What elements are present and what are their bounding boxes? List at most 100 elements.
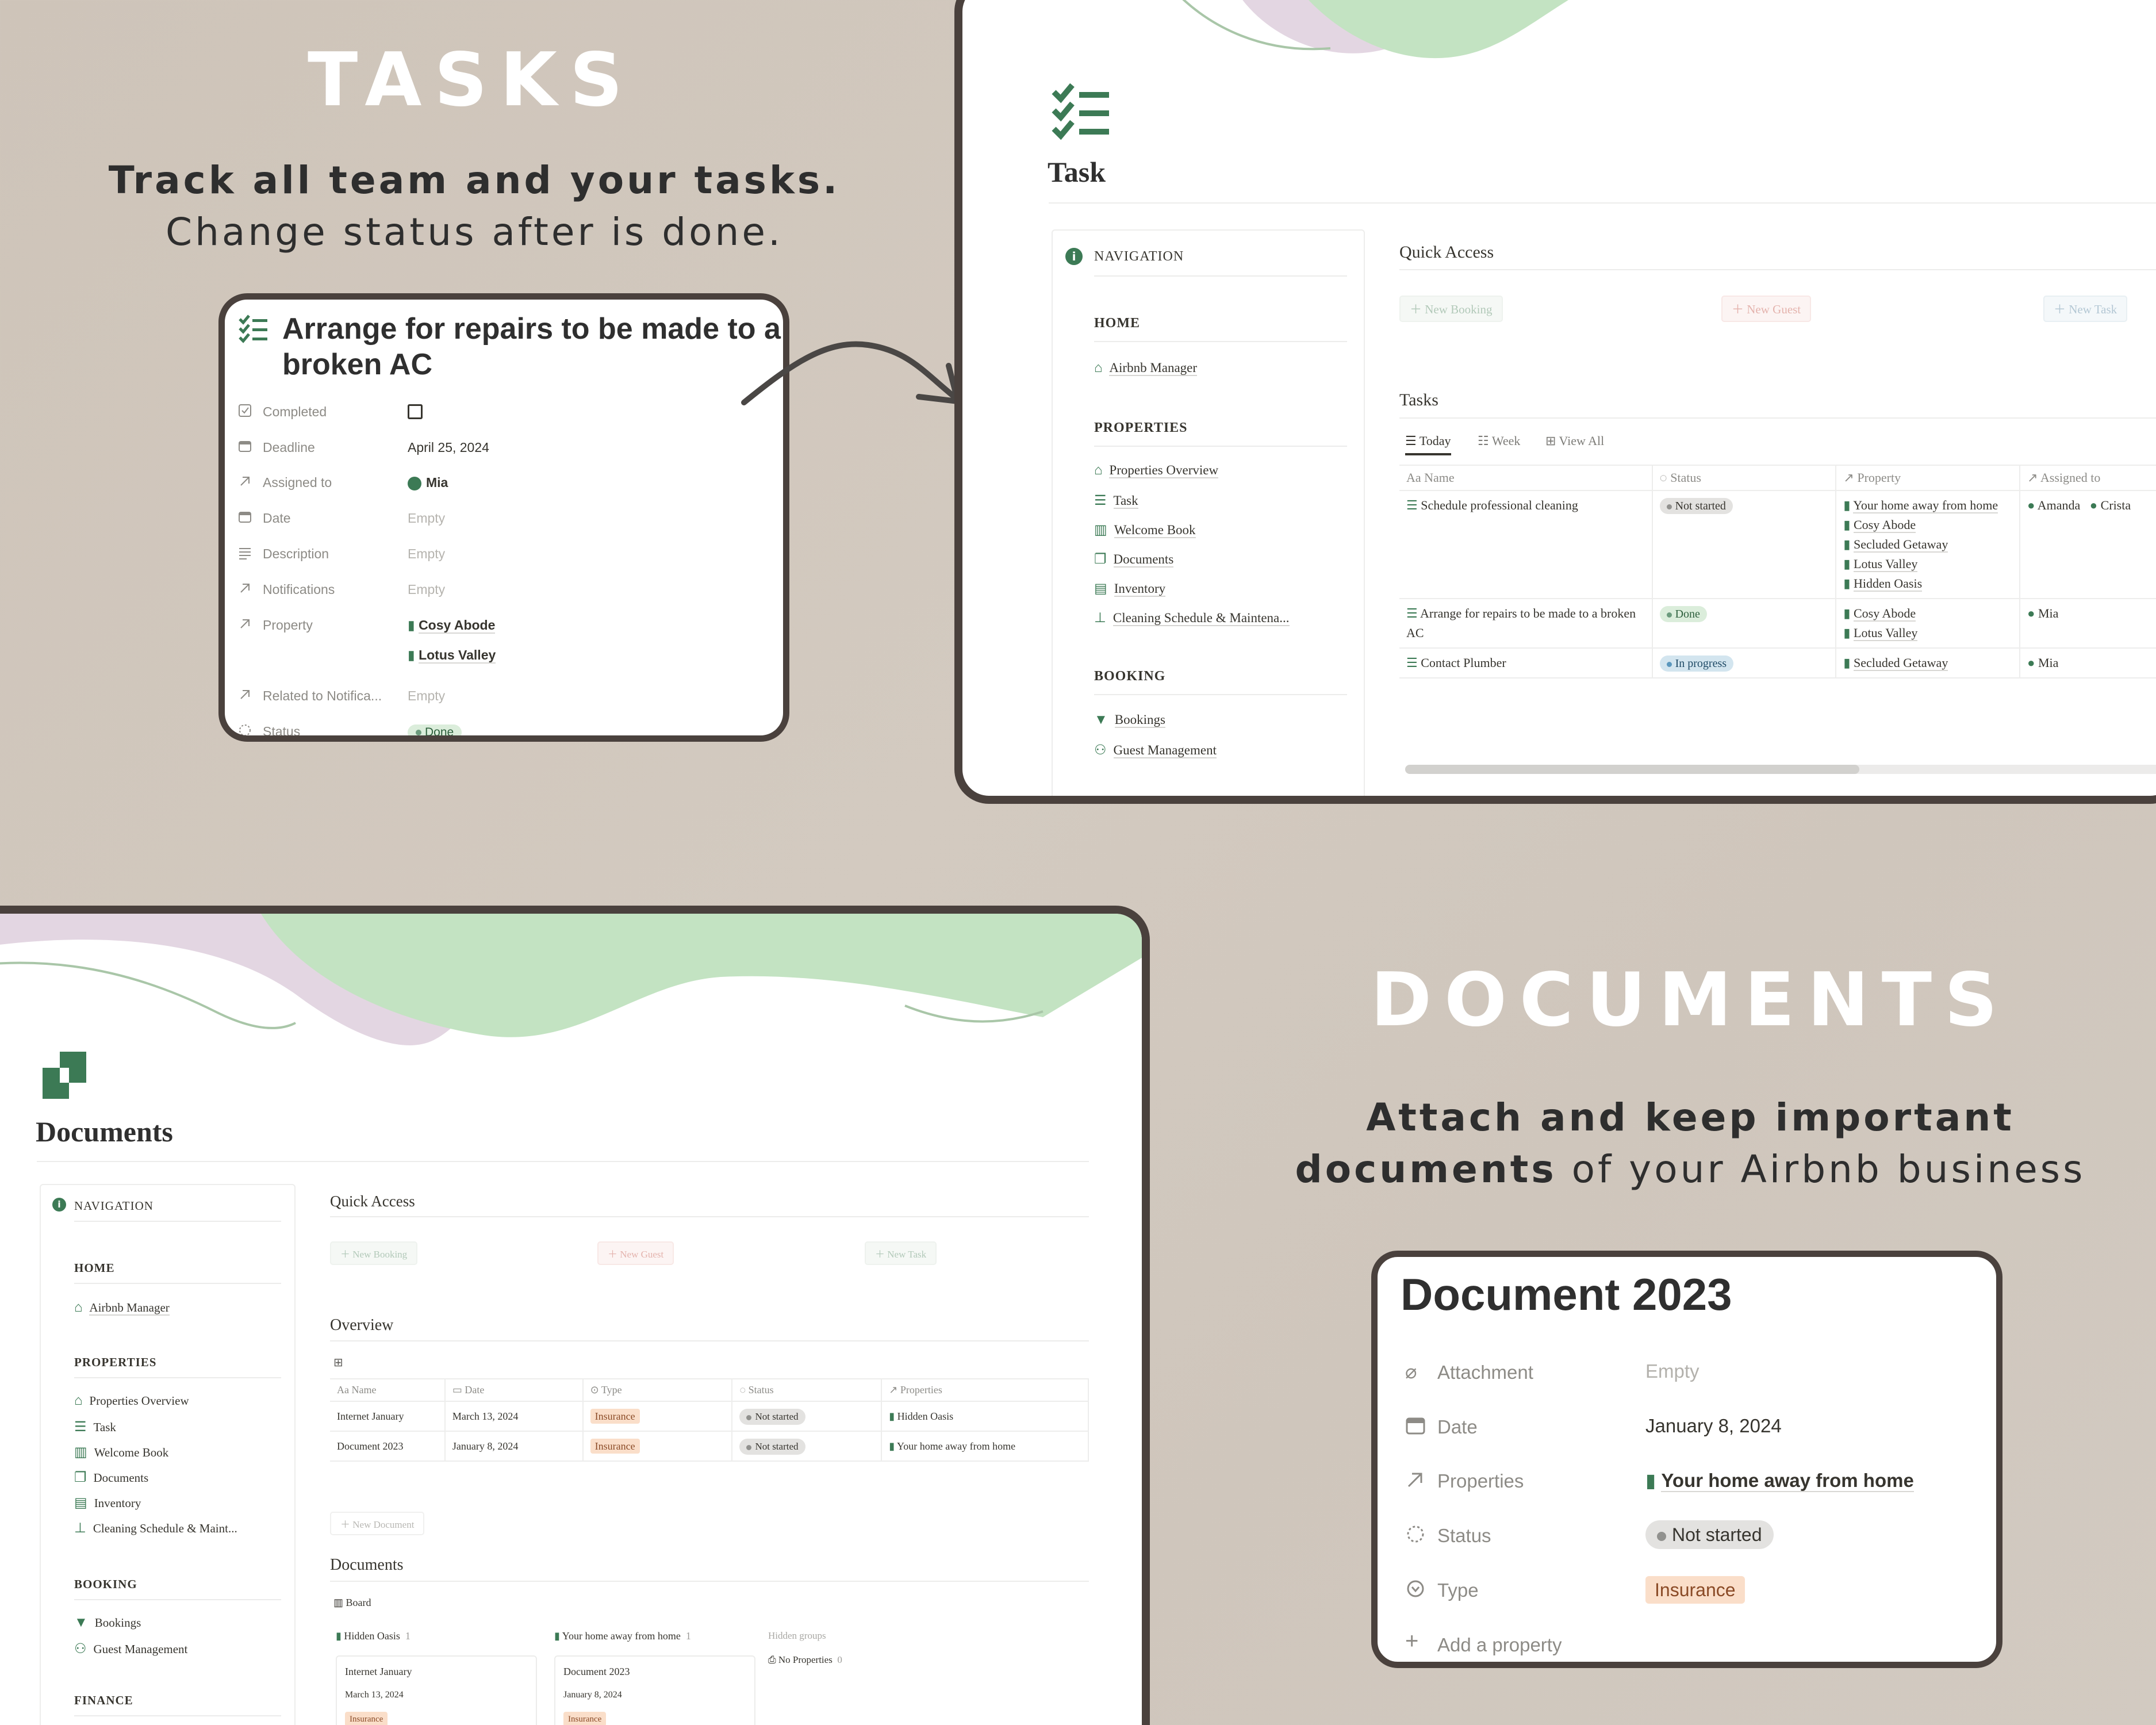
nav-item-welcome-book[interactable]: ▥ Welcome Book [1094,522,1196,538]
hidden-groups-label: Hidden groups [768,1630,826,1641]
documents-icon: ❐ [74,1470,87,1485]
nav-item-properties-overview[interactable]: ⌂ Properties Overview [74,1393,189,1409]
nav-item-guest-management[interactable]: ⚇ Guest Management [74,1640,187,1657]
table-row[interactable]: ☰ Contact Plumber In progress ▮ Secluded… [1399,647,2156,678]
arrow-up-right-icon [237,474,254,490]
divider [330,1581,1089,1582]
house-icon: ⌂ [1094,361,1103,375]
task-title[interactable]: Arrange for repairs to be made to a brok… [282,311,782,382]
board-card[interactable]: Document 2023 January 8, 2024 Insurance [554,1655,755,1725]
board-column-your-home: ▮ Your home away from home 1 [554,1630,691,1642]
hidden-group-no-properties[interactable]: ⎙ No Properties 0 [768,1654,842,1666]
task-list-icon: ☰ [1406,606,1418,620]
prop-completed: Completed [237,398,778,427]
overview-table: Aa Name ▭ Date ⊙ Type ◌ Status ↗ Propert… [330,1378,1089,1462]
nav-item-airbnb-manager[interactable]: ⌂ Airbnb Manager [74,1300,170,1316]
decorative-wave [0,914,1142,1045]
divider [1399,269,2156,270]
nav-item-guest-management[interactable]: ⚇ Guest Management [1094,742,1217,758]
status-badge: Done [1659,606,1707,622]
nav-section-booking: BOOKING [74,1577,137,1591]
tab-week[interactable]: ☷ Week [1478,434,1520,448]
nav-item-inventory[interactable]: ▤ Inventory [1094,580,1166,597]
table-row[interactable]: ☰ Schedule professional cleaning Not sta… [1399,490,2156,599]
tab-view-all[interactable]: ⊞ View All [1545,434,1604,448]
table-row[interactable]: Internet January March 13, 2024 Insuranc… [330,1401,1089,1432]
column-header-date[interactable]: ▭ Date [444,1378,584,1402]
info-icon: i [52,1198,66,1212]
arrow-up-right-icon [1405,1469,1428,1492]
nav-item-bookings[interactable]: ▼ Bookings [74,1615,141,1631]
column-header-property[interactable]: ↗ Property [1836,465,2021,491]
column-header-status[interactable]: ◌ Status [1652,465,1837,491]
column-header-assigned[interactable]: ↗ Assigned to [2020,465,2156,491]
table-row[interactable]: ☰ Arrange for repairs to be made to a br… [1399,598,2156,649]
status-badge: Not started [1659,498,1733,514]
inventory-icon: ▤ [74,1496,87,1511]
column-header-name[interactable]: Aa Name [1399,465,1653,491]
completed-checkbox[interactable] [408,404,423,423]
quick-access-title: Quick Access [1399,243,1494,262]
nav-item-cleaning-schedule[interactable]: ⊥ Cleaning Schedule & Maint... [74,1520,237,1536]
status-badge: Done [408,724,462,735]
task-list-icon [237,313,268,347]
prop-notifications: Notifications Empty [237,576,778,605]
nav-item-documents[interactable]: ❐ Documents [1094,551,1174,568]
nav-item-task[interactable]: ☰ Task [1094,492,1138,509]
column-header-name[interactable]: Aa Name [330,1378,446,1402]
column-header-type[interactable]: ⊙ Type [582,1378,733,1402]
book-icon: ▥ [1094,523,1107,538]
door-icon: ▮ [408,647,415,662]
divider [330,1216,1089,1217]
document-detail-card: Document 2023 ⌀ Attachment Empty Date Ja… [1371,1251,2002,1668]
nav-item-documents[interactable]: ❐ Documents [74,1469,148,1486]
new-booking-button[interactable]: ＋ New Booking [1399,296,1503,322]
documents-section-title: Documents [330,1556,404,1574]
nav-item-bookings[interactable]: ▼ Bookings [1094,712,1165,728]
board-card[interactable]: Internet January March 13, 2024 Insuranc… [336,1655,537,1725]
tasks-table: Aa Name ◌ Status ↗ Property ↗ Assigned t… [1399,465,2156,678]
prop-attachment: ⌀ Attachment Empty [1405,1360,1700,1383]
documents-subheading-2: documents of your Airbnb business [1295,1147,2086,1191]
nav-item-properties-overview[interactable]: ⌂ Properties Overview [1094,463,1219,478]
add-property-button[interactable]: + Add a property [1405,1626,1980,1662]
status-badge: Not started [1645,1520,1774,1549]
divider [74,1221,281,1222]
column-header-status[interactable]: ◌ Status [732,1378,883,1402]
new-task-button[interactable]: ＋ New Task [865,1241,937,1265]
people-icon: ⚇ [74,1642,87,1657]
new-booking-button[interactable]: ＋ New Booking [330,1241,418,1265]
tab-today[interactable]: ☰ Today [1405,434,1451,455]
new-guest-button[interactable]: ＋ New Guest [1721,296,1812,322]
new-document-button[interactable]: ＋ New Document [330,1512,425,1535]
new-task-button[interactable]: ＋ New Task [2043,296,2128,322]
nav-item-inventory[interactable]: ▤ Inventory [74,1494,141,1511]
select-icon [1405,1578,1428,1601]
task-list-icon [1049,83,1112,143]
document-title[interactable]: Document 2023 [1401,1268,1732,1321]
nav-item-task[interactable]: ☰ Task [74,1419,116,1435]
prop-description: Description Empty [237,540,778,569]
divider [1399,417,2156,419]
divider [1094,275,1347,277]
column-header-properties[interactable]: ↗ Properties [881,1378,1089,1402]
tasks-heading: TASKS [308,37,635,123]
house-icon: ⌂ [74,1393,83,1408]
divider [74,1377,281,1378]
status-icon [237,723,254,735]
table-row[interactable]: Document 2023 January 8, 2024 Insurance … [330,1431,1089,1462]
documents-icon [43,1052,90,1102]
divider [37,1161,1089,1162]
documents-heading: DOCUMENTS [1370,957,2011,1043]
divider [330,1340,1089,1341]
new-guest-button[interactable]: ＋ New Guest [597,1241,674,1265]
nav-item-airbnb-manager[interactable]: ⌂ Airbnb Manager [1094,361,1198,376]
prop-deadline: Deadline April 25, 2024 [237,434,778,463]
nav-item-cleaning-schedule[interactable]: ⊥ Cleaning Schedule & Maintena... [1094,610,1290,626]
documents-icon: ❐ [1094,552,1107,567]
arrow-up-right-icon [237,687,254,703]
nav-section-home: HOME [1094,316,1140,331]
horizontal-scrollbar[interactable] [1405,765,2156,774]
nav-item-welcome-book[interactable]: ▥ Welcome Book [74,1444,168,1460]
task-list-icon: ☰ [1094,493,1107,508]
